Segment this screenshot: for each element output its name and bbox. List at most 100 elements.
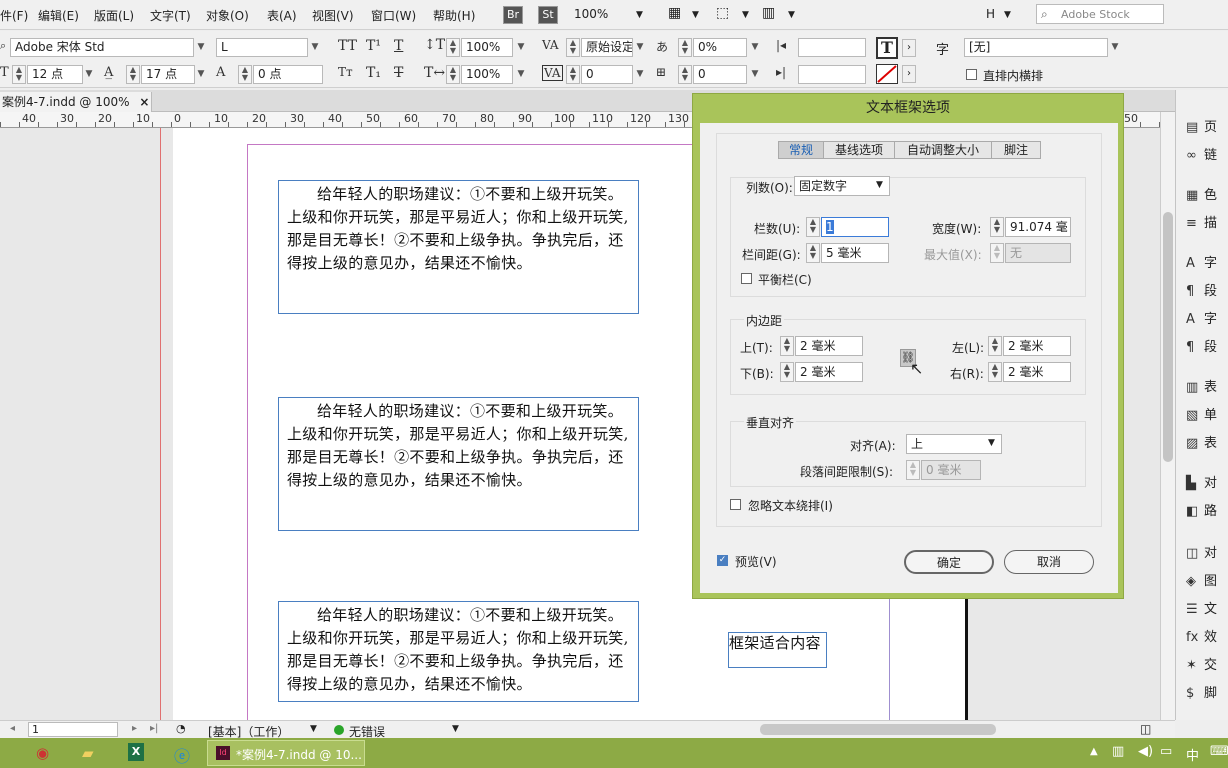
strikethrough-icon[interactable]: T (394, 65, 403, 81)
preview-checkbox[interactable]: ✓ (717, 555, 728, 566)
vscale-stepper[interactable]: ▲ ▼ (446, 38, 460, 57)
font-size-stepper[interactable]: ▲ ▼ (12, 65, 26, 84)
document-tab[interactable]: 案例4-7.indd @ 100% × (0, 92, 152, 112)
superscript-icon[interactable]: T¹ (366, 38, 381, 54)
chevron-down-icon[interactable]: ▼ (876, 180, 883, 190)
panel-item[interactable]: A字 (1186, 310, 1217, 330)
font-style-field[interactable]: L (216, 38, 308, 57)
next-page-icon[interactable]: ▸ (132, 723, 137, 734)
bridge-button[interactable]: Br (503, 6, 523, 24)
panel-item[interactable]: ▤ 页 (1186, 118, 1217, 138)
small-caps-icon[interactable]: Tт (338, 65, 353, 79)
tab-general[interactable]: 常规 (778, 141, 824, 159)
chevron-right-icon[interactable]: › (902, 65, 916, 83)
chevron-down-icon[interactable]: ▼ (748, 38, 762, 57)
first-page-icon[interactable]: ◂ (10, 723, 15, 734)
view-options-icon[interactable]: ⬚ (716, 5, 729, 21)
chevron-right-icon[interactable]: › (902, 39, 916, 57)
scroll-thumb[interactable] (1163, 212, 1173, 462)
inset-bottom-field[interactable]: 2 毫米 (795, 362, 863, 382)
text-frame-2[interactable]: 给年轻人的职场建议：①不要和上级开玩笑。上级和你开玩笑，那是平易近人；你和上级开… (278, 397, 639, 531)
baseline-stepper[interactable]: ▲ ▼ (678, 65, 692, 84)
chevron-down-icon[interactable]: ▼ (748, 65, 762, 84)
battery-icon[interactable]: ▭ (1160, 744, 1172, 759)
panel-item[interactable]: ✶ 交 (1186, 656, 1217, 676)
ignore-wrap-checkbox[interactable] (730, 499, 741, 510)
menu-layout[interactable]: 版面(L) (94, 7, 134, 24)
horizontal-scroll-thumb[interactable] (760, 724, 996, 735)
app-icon[interactable]: ◉ (36, 744, 49, 762)
menu-object[interactable]: 对象(O) (206, 7, 249, 24)
inset-bottom-stepper[interactable]: ▲ ▼ (780, 362, 794, 382)
panel-item[interactable]: fx 效 (1186, 628, 1217, 648)
inset-top-field[interactable]: 2 毫米 (795, 336, 863, 356)
subscript-icon[interactable]: T₁ (366, 65, 381, 81)
menu-edit[interactable]: 编辑(E) (38, 7, 79, 24)
tab-footnotes[interactable]: 脚注 (991, 141, 1041, 159)
text-frame-1[interactable]: 给年轻人的职场建议：①不要和上级开玩笑。上级和你开玩笑，那是平易近人；你和上级开… (278, 180, 639, 314)
cancel-button[interactable]: 取消 (1004, 550, 1094, 574)
panel-item[interactable]: ▙ 对 (1186, 474, 1217, 494)
chevron-down-icon[interactable]: ▼ (310, 724, 317, 734)
chevron-down-icon[interactable]: ▼ (514, 38, 528, 57)
menu-table[interactable]: 表(A) (267, 7, 297, 24)
kerning-stepper[interactable]: ▲ ▼ (238, 65, 252, 84)
chevron-down-icon[interactable]: ▼ (514, 65, 528, 84)
stock-button[interactable]: St (538, 6, 558, 24)
stock-search[interactable]: ⌕ Adobe Stock (1036, 4, 1164, 24)
input-method[interactable]: 中 (1186, 745, 1199, 764)
inset-right-stepper[interactable]: ▲ ▼ (988, 362, 1002, 382)
chevron-down-icon[interactable]: ▼ (742, 10, 749, 20)
inset-left-stepper[interactable]: ▲ ▼ (988, 336, 1002, 356)
chevron-down-icon[interactable]: ▼ (633, 65, 647, 84)
text-stroke-none-icon[interactable] (876, 64, 898, 84)
column-width-stepper[interactable]: ▲ ▼ (990, 217, 1004, 237)
panel-item[interactable]: ◧ 路 (1186, 502, 1217, 522)
balance-columns-checkbox[interactable] (741, 273, 752, 284)
tsume-field[interactable]: 0% (693, 38, 747, 57)
tracking-field[interactable]: 0 (581, 65, 633, 84)
taskbar-indesign-item[interactable]: Id *案例4-7.indd @ 10... (207, 740, 365, 766)
text-frame-3[interactable]: 给年轻人的职场建议：①不要和上级开玩笑。上级和你开玩笑，那是平易近人；你和上级开… (278, 601, 639, 702)
last-page-icon[interactable]: ▸| (150, 723, 158, 734)
panel-item[interactable]: ◫ 对 (1186, 544, 1217, 564)
gutter-stepper[interactable]: ▲ ▼ (806, 243, 820, 263)
aki-before-field[interactable] (798, 38, 866, 57)
panel-item[interactable]: ▨ 表 (1186, 434, 1217, 454)
arrange-documents-icon[interactable]: ▥ (762, 5, 775, 21)
chevron-down-icon[interactable]: ▼ (82, 65, 96, 84)
chevron-down-icon[interactable]: ▼ (452, 724, 459, 734)
fit-content-frame[interactable]: 框架适合内容 (728, 632, 827, 668)
tsume-stepper[interactable]: ▲ ▼ (678, 38, 692, 57)
baseline-field[interactable]: 0 (693, 65, 747, 84)
volume-icon[interactable]: ◀) (1138, 744, 1153, 759)
chevron-down-icon[interactable]: ▼ (636, 10, 643, 20)
browser-icon[interactable]: ⓔ (174, 743, 190, 767)
kerning-mode-stepper[interactable]: ▲ ▼ (566, 38, 580, 57)
chevron-down-icon[interactable]: ▼ (1108, 38, 1122, 57)
tate-chu-yoko-checkbox[interactable] (966, 69, 977, 80)
chevron-down-icon[interactable]: ▼ (1004, 10, 1011, 20)
chevron-down-icon[interactable]: ▼ (194, 65, 208, 84)
chevron-down-icon[interactable]: ▼ (633, 38, 647, 57)
chevron-down-icon[interactable]: ▼ (194, 38, 208, 57)
preflight-icon[interactable]: ◔ (176, 722, 186, 735)
aki-after-field[interactable] (798, 65, 866, 84)
leading-stepper[interactable]: ▲ ▼ (126, 65, 140, 84)
inset-left-field[interactable]: 2 毫米 (1003, 336, 1071, 356)
chevron-down-icon[interactable]: ▼ (308, 38, 322, 57)
tab-autosize[interactable]: 自动调整大小 (894, 141, 992, 159)
network-icon[interactable]: ▥ (1112, 744, 1124, 759)
panel-item[interactable]: ◈ 图 (1186, 572, 1217, 592)
underline-icon[interactable]: T (394, 38, 403, 54)
panel-item[interactable]: ∞ 链 (1186, 146, 1217, 166)
panel-item[interactable]: ¶ 段 (1186, 338, 1217, 358)
panel-item[interactable]: ☰ 文 (1186, 600, 1217, 620)
all-caps-icon[interactable]: TT (338, 38, 357, 54)
menu-file[interactable]: 件(F) (0, 7, 28, 24)
zoom-level[interactable]: 100% (574, 7, 608, 21)
panel-item[interactable]: ▦ 色 (1186, 186, 1217, 206)
font-size-field[interactable]: 12 点 (27, 65, 83, 84)
tray-expand-icon[interactable]: ▲ (1090, 746, 1098, 757)
page-number-field[interactable]: 1 (28, 722, 118, 737)
